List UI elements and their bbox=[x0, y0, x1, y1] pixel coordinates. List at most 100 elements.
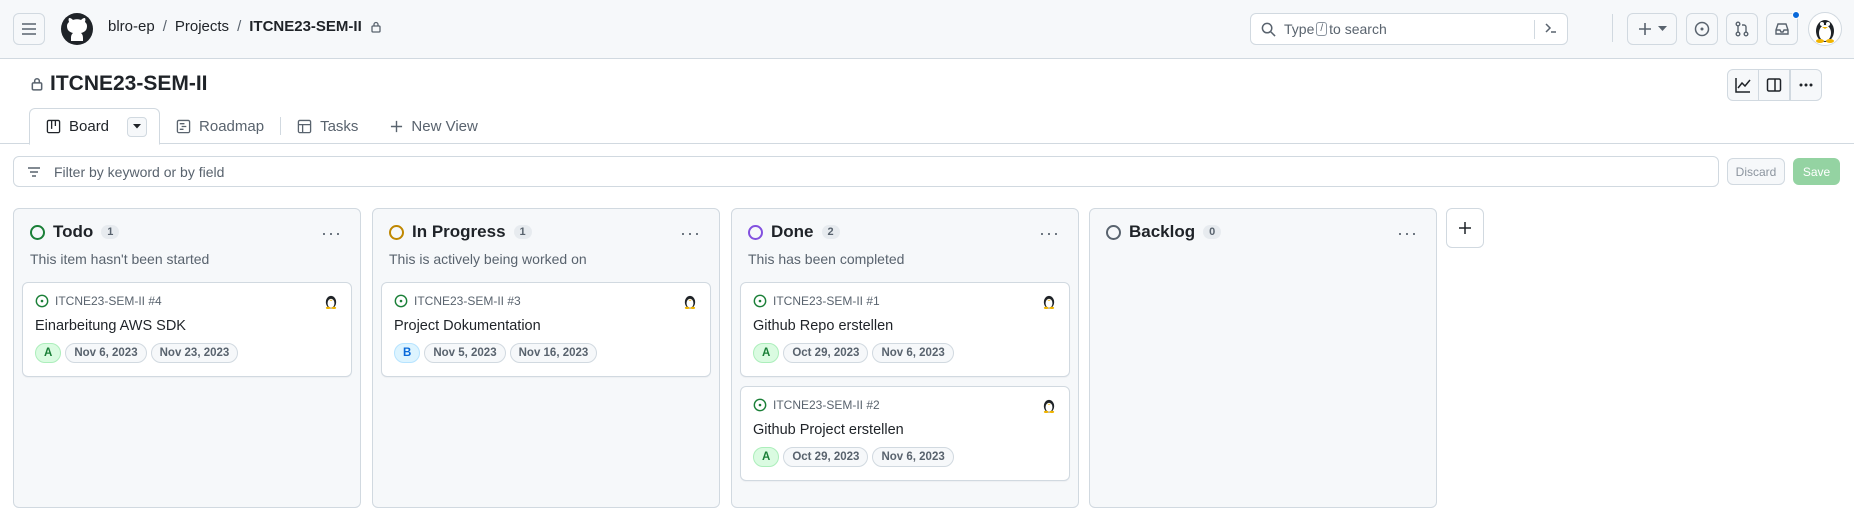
create-new-button[interactable] bbox=[1627, 13, 1677, 45]
column-count: 1 bbox=[101, 225, 120, 239]
column-title: Backlog bbox=[1129, 222, 1196, 241]
card-reference: ITCNE23-SEM-II #1 bbox=[753, 294, 880, 308]
card-ref-text[interactable]: ITCNE23-SEM-II #4 bbox=[55, 294, 162, 308]
tab-board-menu-button[interactable] bbox=[127, 116, 148, 137]
end-date-badge: Nov 23, 2023 bbox=[150, 343, 239, 363]
chevron-down-icon bbox=[133, 124, 142, 129]
filter-placeholder: Filter by keyword or by field bbox=[54, 163, 225, 180]
breadcrumb-project[interactable]: ITCNE23-SEM-II bbox=[249, 18, 362, 35]
issue-card[interactable]: ITCNE23-SEM-II #3 Project Dokumentation … bbox=[381, 282, 711, 377]
inbox-button[interactable] bbox=[1766, 11, 1800, 45]
priority-badge: A bbox=[35, 343, 62, 363]
open-issue-icon bbox=[35, 294, 49, 308]
column-menu-button[interactable]: ··· bbox=[321, 223, 342, 244]
status-todo-icon bbox=[30, 224, 45, 240]
column-menu-button[interactable]: ··· bbox=[680, 223, 701, 244]
github-logo-icon[interactable] bbox=[60, 12, 94, 51]
search-input[interactable]: Type / to search bbox=[1250, 13, 1568, 45]
card-title[interactable]: Github Project erstellen bbox=[753, 422, 904, 438]
column-count: 0 bbox=[1203, 225, 1222, 239]
card-ref-text[interactable]: ITCNE23-SEM-II #1 bbox=[773, 294, 880, 308]
card-ref-text[interactable]: ITCNE23-SEM-II #2 bbox=[773, 398, 880, 412]
tab-roadmap-label: Roadmap bbox=[199, 117, 265, 135]
assignee-avatar-icon bbox=[684, 295, 696, 309]
start-date-badge: Oct 29, 2023 bbox=[783, 447, 869, 467]
discard-button[interactable]: Discard bbox=[1727, 158, 1785, 185]
card-title[interactable]: Project Dokumentation bbox=[394, 318, 541, 334]
side-panel-button[interactable] bbox=[1758, 69, 1790, 101]
status-in-progress-icon bbox=[389, 224, 404, 240]
toolbar-divider bbox=[1612, 14, 1613, 42]
priority-badge: B bbox=[394, 343, 421, 363]
open-issue-icon bbox=[753, 398, 767, 412]
pull-request-icon bbox=[1735, 21, 1749, 37]
user-avatar[interactable] bbox=[1808, 12, 1842, 46]
column-menu-button[interactable]: ··· bbox=[1039, 223, 1060, 244]
card-fields: A Oct 29, 2023 Nov 6, 2023 bbox=[753, 343, 954, 363]
card-title[interactable]: Einarbeitung AWS SDK bbox=[35, 318, 186, 334]
assignee-avatar-icon bbox=[1043, 399, 1055, 413]
save-button[interactable]: Save bbox=[1793, 158, 1840, 185]
page-title: ITCNE23-SEM-II bbox=[30, 72, 208, 96]
sidebar-icon bbox=[1766, 78, 1782, 92]
tab-roadmap[interactable]: Roadmap bbox=[160, 108, 280, 144]
issue-card[interactable]: ITCNE23-SEM-II #1 Github Repo erstellen … bbox=[740, 282, 1070, 377]
issue-icon bbox=[1694, 21, 1710, 37]
card-fields: B Nov 5, 2023 Nov 16, 2023 bbox=[394, 343, 598, 363]
pull-requests-button[interactable] bbox=[1726, 13, 1758, 45]
tab-board-label: Board bbox=[69, 118, 110, 135]
chevron-down-icon bbox=[1657, 26, 1667, 31]
board-column-backlog: Backlog 0 ··· bbox=[1089, 208, 1437, 508]
card-reference: ITCNE23-SEM-II #3 bbox=[394, 294, 521, 308]
end-date-badge: Nov 6, 2023 bbox=[872, 447, 954, 467]
column-count: 1 bbox=[513, 225, 532, 239]
column-title: In Progress bbox=[412, 222, 506, 241]
card-ref-text[interactable]: ITCNE23-SEM-II #3 bbox=[414, 294, 521, 308]
issue-card[interactable]: ITCNE23-SEM-II #2 Github Project erstell… bbox=[740, 386, 1070, 481]
penguin-avatar-icon bbox=[1816, 20, 1834, 43]
card-fields: A Nov 6, 2023 Nov 23, 2023 bbox=[35, 343, 239, 363]
board-column-in-progress: In Progress 1 ··· This is actively being… bbox=[372, 208, 720, 508]
board-column-done: Done 2 ··· This has been completed ITCNE… bbox=[731, 208, 1079, 508]
lock-icon bbox=[31, 78, 43, 91]
top-navigation-bar: blro-ep / Projects / ITCNE23-SEM-II Type… bbox=[0, 0, 1854, 59]
end-date-badge: Nov 6, 2023 bbox=[872, 343, 954, 363]
tab-new-view[interactable]: New View bbox=[374, 108, 493, 144]
add-column-button[interactable] bbox=[1446, 208, 1484, 248]
board-column-todo: Todo 1 ··· This item hasn't been started… bbox=[13, 208, 361, 508]
open-issue-icon bbox=[394, 294, 408, 308]
menu-button[interactable] bbox=[13, 13, 45, 45]
column-header: Backlog 0 bbox=[1106, 222, 1222, 242]
breadcrumb-projects[interactable]: Projects bbox=[175, 18, 229, 35]
issue-card[interactable]: ITCNE23-SEM-II #4 Einarbeitung AWS SDK A… bbox=[22, 282, 352, 377]
command-palette-icon[interactable] bbox=[1534, 20, 1559, 39]
tab-tasks[interactable]: Tasks bbox=[281, 108, 374, 144]
more-options-button[interactable] bbox=[1790, 69, 1822, 101]
roadmap-icon bbox=[176, 119, 191, 133]
insights-button[interactable] bbox=[1727, 69, 1759, 101]
status-done-icon bbox=[748, 224, 763, 240]
card-title[interactable]: Github Repo erstellen bbox=[753, 318, 893, 334]
table-icon bbox=[297, 119, 312, 133]
filter-input[interactable]: Filter by keyword or by field bbox=[13, 156, 1719, 187]
plus-icon bbox=[1638, 23, 1651, 35]
start-date-badge: Oct 29, 2023 bbox=[783, 343, 869, 363]
column-description: This item hasn't been started bbox=[30, 251, 210, 267]
breadcrumb: blro-ep / Projects / ITCNE23-SEM-II bbox=[108, 18, 382, 35]
column-description: This is actively being worked on bbox=[389, 251, 587, 267]
inbox-icon bbox=[1775, 23, 1789, 35]
hamburger-icon bbox=[22, 23, 36, 35]
search-placeholder-pre: Type bbox=[1284, 21, 1315, 37]
breadcrumb-owner[interactable]: blro-ep bbox=[108, 18, 155, 35]
card-reference: ITCNE23-SEM-II #4 bbox=[35, 294, 162, 308]
graph-icon bbox=[1735, 78, 1751, 93]
column-header: Done 2 bbox=[748, 222, 840, 242]
open-issue-icon bbox=[753, 294, 767, 308]
plus-icon bbox=[391, 120, 403, 132]
column-menu-button[interactable]: ··· bbox=[1397, 223, 1418, 244]
tab-board[interactable]: Board bbox=[29, 108, 161, 145]
issues-button[interactable] bbox=[1686, 13, 1718, 45]
kebab-horizontal-icon bbox=[1799, 83, 1813, 87]
start-date-badge: Nov 6, 2023 bbox=[65, 343, 147, 363]
tab-tasks-label: Tasks bbox=[320, 117, 359, 135]
